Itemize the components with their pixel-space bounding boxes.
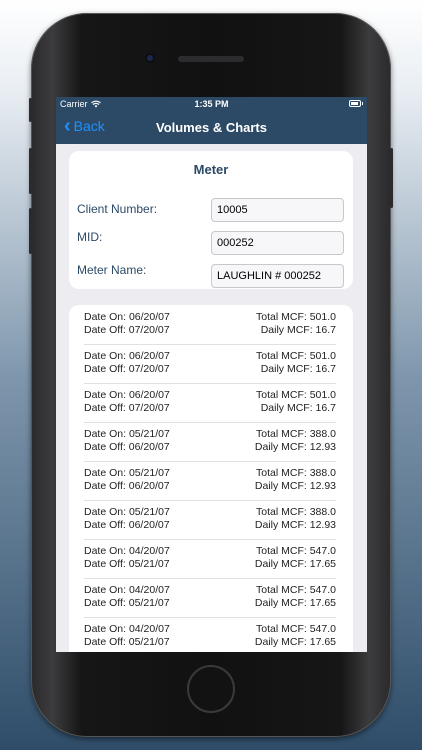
list-item[interactable]: Date On: 06/20/07 Date Off: 07/20/07 Tot… bbox=[84, 344, 336, 384]
date-off: Date Off: 05/21/07 bbox=[84, 636, 170, 648]
client-number-label: Client Number: bbox=[77, 202, 158, 216]
date-off: Date Off: 07/20/07 bbox=[84, 324, 170, 336]
list-item[interactable]: Date On: 04/20/07 Date Off: 05/21/07 Tot… bbox=[84, 539, 336, 579]
mute-switch bbox=[29, 98, 32, 122]
date-on: Date On: 04/20/07 bbox=[84, 623, 170, 635]
mid-label: MID: bbox=[77, 230, 103, 244]
list-item[interactable]: Date On: 06/20/07 Date Off: 07/20/07 Tot… bbox=[84, 383, 336, 423]
status-bar: Carrier 1:35 PM bbox=[56, 97, 367, 111]
volume-down-button bbox=[29, 208, 32, 254]
status-time: 1:35 PM bbox=[194, 99, 229, 109]
total-mcf: Total MCF: 501.0 bbox=[256, 311, 336, 323]
date-off: Date Off: 06/20/07 bbox=[84, 519, 170, 531]
date-off: Date Off: 05/21/07 bbox=[84, 597, 170, 609]
total-mcf: Total MCF: 501.0 bbox=[256, 350, 336, 362]
power-button bbox=[390, 148, 393, 208]
daily-mcf: Daily MCF: 12.93 bbox=[254, 480, 336, 492]
meter-name-label: Meter Name: bbox=[77, 263, 147, 277]
total-mcf: Total MCF: 388.0 bbox=[256, 506, 336, 518]
date-off: Date Off: 05/21/07 bbox=[84, 558, 170, 570]
home-button[interactable] bbox=[187, 665, 235, 713]
daily-mcf: Daily MCF: 17.65 bbox=[254, 636, 336, 648]
list-item[interactable]: Date On: 05/21/07 Date Off: 06/20/07 Tot… bbox=[84, 500, 336, 540]
meter-name-field[interactable]: LAUGHLIN # 000252 bbox=[211, 264, 344, 288]
date-on: Date On: 06/20/07 bbox=[84, 311, 170, 323]
navigation-bar: ‹ Back Volumes & Charts bbox=[56, 111, 367, 144]
meter-card: Meter Client Number: 10005 MID: 000252 M… bbox=[69, 151, 353, 289]
date-on: Date On: 06/20/07 bbox=[84, 389, 170, 401]
meter-card-title: Meter bbox=[193, 162, 229, 177]
list-item[interactable]: Date On: 05/21/07 Date Off: 06/20/07 Tot… bbox=[84, 461, 336, 501]
daily-mcf: Daily MCF: 16.7 bbox=[260, 363, 336, 375]
total-mcf: Total MCF: 388.0 bbox=[256, 428, 336, 440]
battery-icon bbox=[349, 100, 363, 107]
date-on: Date On: 06/20/07 bbox=[84, 350, 170, 362]
daily-mcf: Daily MCF: 12.93 bbox=[254, 519, 336, 531]
total-mcf: Total MCF: 547.0 bbox=[256, 545, 336, 557]
date-off: Date Off: 06/20/07 bbox=[84, 480, 170, 492]
content-area: Meter Client Number: 10005 MID: 000252 M… bbox=[56, 144, 367, 652]
date-on: Date On: 04/20/07 bbox=[84, 584, 170, 596]
volume-up-button bbox=[29, 148, 32, 194]
date-off: Date Off: 07/20/07 bbox=[84, 363, 170, 375]
date-off: Date Off: 07/20/07 bbox=[84, 402, 170, 414]
date-off: Date Off: 06/20/07 bbox=[84, 441, 170, 453]
app-screen: Carrier 1:35 PM ‹ Back Volumes & Charts … bbox=[56, 97, 367, 652]
total-mcf: Total MCF: 388.0 bbox=[256, 467, 336, 479]
daily-mcf: Daily MCF: 17.65 bbox=[254, 597, 336, 609]
list-item[interactable]: Date On: 06/20/07 Date Off: 07/20/07 Tot… bbox=[84, 305, 336, 345]
page-title: Volumes & Charts bbox=[155, 120, 267, 135]
daily-mcf: Daily MCF: 12.93 bbox=[254, 441, 336, 453]
date-on: Date On: 05/21/07 bbox=[84, 467, 170, 479]
list-item[interactable]: Date On: 04/20/07 Date Off: 05/21/07 Tot… bbox=[84, 578, 336, 618]
list-item[interactable]: Date On: 05/21/07 Date Off: 06/20/07 Tot… bbox=[84, 422, 336, 462]
daily-mcf: Daily MCF: 16.7 bbox=[260, 324, 336, 336]
date-on: Date On: 04/20/07 bbox=[84, 545, 170, 557]
list-item[interactable]: Date On: 04/20/07 Date Off: 05/21/07 Tot… bbox=[84, 617, 336, 652]
total-mcf: Total MCF: 547.0 bbox=[256, 584, 336, 596]
readings-list[interactable]: Date On: 06/20/07 Date Off: 07/20/07 Tot… bbox=[69, 305, 353, 652]
date-on: Date On: 05/21/07 bbox=[84, 428, 170, 440]
daily-mcf: Daily MCF: 16.7 bbox=[260, 402, 336, 414]
total-mcf: Total MCF: 547.0 bbox=[256, 623, 336, 635]
earpiece-speaker bbox=[178, 56, 244, 62]
total-mcf: Total MCF: 501.0 bbox=[256, 389, 336, 401]
date-on: Date On: 05/21/07 bbox=[84, 506, 170, 518]
client-number-field[interactable]: 10005 bbox=[211, 198, 344, 222]
daily-mcf: Daily MCF: 17.65 bbox=[254, 558, 336, 570]
mid-field[interactable]: 000252 bbox=[211, 231, 344, 255]
front-camera bbox=[145, 53, 155, 63]
